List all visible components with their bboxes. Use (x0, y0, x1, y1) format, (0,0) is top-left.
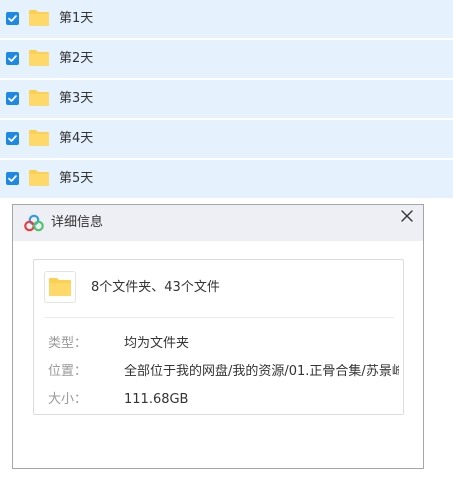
folder-icon (28, 49, 50, 67)
dialog-title: 详细信息 (51, 215, 104, 230)
list-item-name[interactable]: 第3天 (59, 91, 93, 107)
list-item-name[interactable]: 第5天 (59, 171, 93, 187)
selection-summary: 8个文件夹、43个文件 (91, 280, 220, 295)
close-icon[interactable] (399, 208, 415, 224)
baidu-netdisk-logo-icon (24, 214, 44, 232)
list-item-name[interactable]: 第1天 (59, 11, 93, 27)
folder-icon (44, 271, 76, 303)
list-item-name[interactable]: 第2天 (59, 51, 93, 67)
list-item-name[interactable]: 第4天 (59, 131, 93, 147)
type-label: 类型： (48, 336, 88, 351)
type-value: 均为文件夹 (124, 336, 190, 351)
folder-icon (28, 9, 50, 27)
list-item[interactable]: 第5天 (0, 160, 453, 198)
size-label: 大小： (48, 392, 88, 407)
checkbox-checked-icon[interactable] (6, 172, 19, 185)
dialog-header: 详细信息 (13, 205, 423, 241)
checkbox-checked-icon[interactable] (6, 92, 19, 105)
details-card: 8个文件夹、43个文件 类型： 均为文件夹 位置： 全部位于我的网盘/我的资源/… (33, 259, 404, 415)
list-item[interactable]: 第4天 (0, 120, 453, 158)
folder-icon (28, 129, 50, 147)
location-label: 位置： (48, 364, 88, 379)
details-dialog: 详细信息 8个文件夹、43个文件 类型： 均为文件夹 位置： 全部位于我的网盘/… (12, 204, 424, 469)
checkbox-checked-icon[interactable] (6, 132, 19, 145)
list-item[interactable]: 第1天 (0, 0, 453, 38)
checkbox-checked-icon[interactable] (6, 12, 19, 25)
folder-icon (28, 169, 50, 187)
list-item[interactable]: 第2天 (0, 40, 453, 78)
size-value: 111.68GB (124, 392, 189, 407)
list-item[interactable]: 第3天 (0, 80, 453, 118)
file-list: 第1天 第2天 第3天 第4天 第5天 (0, 0, 453, 200)
divider (44, 317, 394, 318)
location-value: 全部位于我的网盘/我的资源/01.正骨合集/苏景峰... (124, 364, 399, 379)
checkbox-checked-icon[interactable] (6, 52, 19, 65)
folder-icon (28, 89, 50, 107)
